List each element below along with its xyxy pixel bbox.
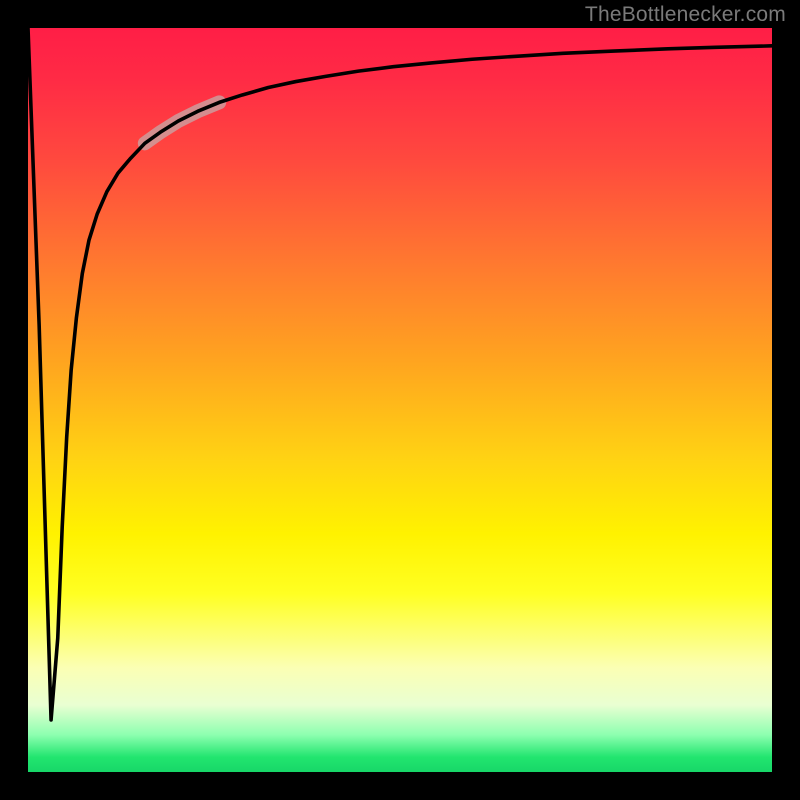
bottleneck-curve [28,28,772,720]
watermark-text: TheBottlenecker.com [585,3,786,27]
curve-layer [28,28,772,772]
chart-frame: TheBottlenecker.com [0,0,800,800]
plot-area [28,28,772,772]
